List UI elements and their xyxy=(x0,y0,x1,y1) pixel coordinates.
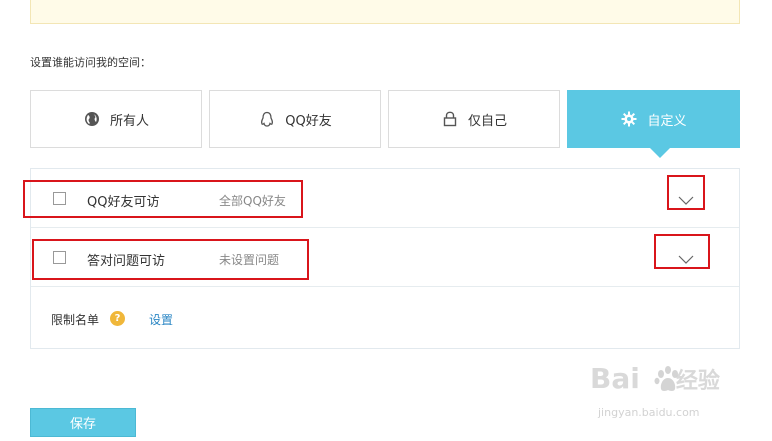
option-label: QQ好友 xyxy=(285,113,332,129)
restriction-list-label: 限制名单 xyxy=(51,313,100,327)
option-label: 仅自己 xyxy=(467,113,507,129)
option-label: 自定义 xyxy=(647,113,687,129)
rule-title: QQ好友可访 xyxy=(87,195,160,210)
baidu-jingyan-watermark: Bai 经验 jingyan.baidu.com xyxy=(590,362,730,430)
save-button[interactable]: 保存 xyxy=(30,408,136,437)
section-label: 设置谁能访问我的空间： xyxy=(30,56,151,69)
chevron-down-icon[interactable] xyxy=(678,250,694,264)
option-label: 所有人 xyxy=(109,113,149,129)
option-qq-friends[interactable]: QQ好友 xyxy=(209,90,381,148)
rule-title: 答对问题可访 xyxy=(87,254,166,269)
rule-row-answer-question: 答对问题可访 未设置问题 xyxy=(31,228,739,287)
answer-question-checkbox[interactable] xyxy=(53,251,66,264)
rule-row-qq-friends: QQ好友可访 全部QQ好友 xyxy=(31,169,739,228)
rule-subtitle: 未设置问题 xyxy=(219,253,280,267)
visibility-options: 所有人 QQ好友 仅自己 自定义 xyxy=(30,90,740,148)
lock-icon xyxy=(441,110,459,128)
rule-subtitle: 全部QQ好友 xyxy=(219,194,286,208)
qq-penguin-icon xyxy=(258,110,276,128)
watermark-url: jingyan.baidu.com xyxy=(598,406,700,419)
restriction-settings-link[interactable]: 设置 xyxy=(149,311,173,328)
restriction-list-row: 限制名单 ? 设置 xyxy=(31,287,739,348)
qq-friends-checkbox[interactable] xyxy=(53,192,66,205)
globe-icon xyxy=(83,110,101,128)
help-icon[interactable]: ? xyxy=(110,311,125,326)
active-option-caret xyxy=(650,148,670,158)
option-only-me[interactable]: 仅自己 xyxy=(388,90,560,148)
option-everyone[interactable]: 所有人 xyxy=(30,90,202,148)
gear-icon xyxy=(620,110,638,128)
chevron-down-icon[interactable] xyxy=(678,191,694,205)
option-custom[interactable]: 自定义 xyxy=(567,90,740,148)
paw-icon xyxy=(652,364,684,396)
custom-settings-panel: QQ好友可访 全部QQ好友 答对问题可访 未设置问题 限制名单 ? 设置 xyxy=(30,168,740,349)
notice-bar xyxy=(30,0,740,24)
